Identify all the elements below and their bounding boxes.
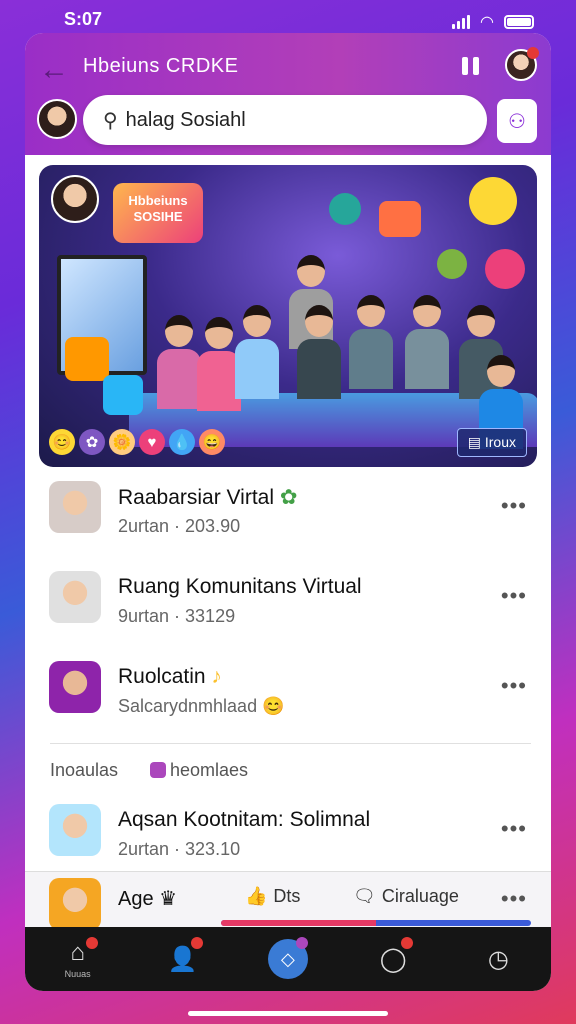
nav-profile[interactable]: 👤	[153, 933, 213, 985]
progress-fill	[221, 920, 376, 926]
nav-home[interactable]: ⌂ Nuuas	[48, 933, 108, 985]
back-arrow-icon[interactable]: ←	[39, 53, 69, 87]
post-author: Age ♛	[118, 888, 178, 910]
item-subtitle: Salcarydnmhlaad 😊	[118, 696, 285, 716]
battery-icon	[504, 15, 534, 29]
banner-avatar[interactable]	[51, 175, 99, 223]
user-avatar[interactable]	[37, 99, 77, 139]
more-icon[interactable]: •••	[501, 583, 527, 609]
app-title: Hbeiuns CRDKE	[83, 55, 239, 77]
item-title: Ruang Komunitans Virtual	[118, 575, 362, 598]
drop-reaction-icon[interactable]: 💧	[169, 429, 195, 455]
progress-bar	[221, 920, 531, 926]
chat-icon: ◯	[379, 945, 407, 973]
item-subtitle: 2urtan · 323.10	[118, 839, 241, 859]
notification-badge	[527, 47, 539, 59]
heart-reaction-icon[interactable]: ♥	[139, 429, 165, 455]
item-subtitle: 2urtan · 203.90	[118, 516, 241, 536]
person-figure	[349, 295, 393, 389]
emoji-bubble-icon	[329, 193, 361, 225]
more-icon[interactable]: •••	[501, 886, 527, 912]
banner-button[interactable]: ▤ Iroux	[456, 428, 527, 457]
featured-banner[interactable]: Hbbeiuns SOSIHE 😊 ✿ 🌼 ♥ 💧 😄 ▤ Iroux	[39, 165, 537, 467]
user-icon: 👤	[167, 945, 198, 973]
signal-icon	[452, 15, 471, 29]
flower-reaction-icon[interactable]: ✿	[79, 429, 105, 455]
home-icon: ⌂	[70, 939, 85, 966]
emoji-block-icon	[379, 201, 421, 237]
home-indicator	[188, 1011, 388, 1016]
search-bar[interactable]: ⚲	[83, 95, 487, 145]
list-item[interactable]: Raabarsiar Virtal ✿ 2urtan · 203.90 •••	[25, 473, 551, 563]
crown-icon: ♛	[159, 888, 178, 910]
book-icon: ▤	[467, 434, 481, 450]
reaction-bar[interactable]: 😊 ✿ 🌼 ♥ 💧 😄	[49, 429, 225, 455]
person-figure	[235, 305, 279, 399]
section-label: Inoaulas	[50, 760, 119, 780]
emoji-bubble-icon	[437, 249, 467, 279]
smiley-icon: 😊	[262, 696, 285, 716]
comment-icon: 🗨	[353, 886, 376, 906]
notification-badge	[85, 937, 98, 949]
nav-activity[interactable]: ◷	[468, 933, 528, 985]
smile-reaction-icon[interactable]: 😊	[49, 429, 75, 455]
more-icon[interactable]: •••	[501, 816, 527, 842]
search-icon: ⚲	[103, 109, 118, 132]
pause-icon[interactable]	[462, 57, 479, 75]
banner-button-label: Iroux	[484, 434, 516, 450]
item-avatar	[49, 481, 101, 533]
item-title: Aqsan Kootnitam: Solimnal	[118, 808, 371, 831]
search-input[interactable]	[125, 108, 446, 132]
like-button[interactable]: 👍 Dts	[245, 886, 300, 907]
wifi-icon: ◠	[480, 14, 494, 31]
community-list: Raabarsiar Virtal ✿ 2urtan · 203.90 ••• …	[25, 473, 551, 886]
post-action-bar: Age ♛ 👍 Dts 🗨 Ciraluage •••	[25, 871, 551, 930]
nav-home-label: Nuuas	[64, 969, 91, 979]
thumbs-up-icon: 👍	[245, 886, 268, 906]
group-button[interactable]: ⚇	[497, 99, 537, 143]
more-icon[interactable]: •••	[501, 673, 527, 699]
comment-button[interactable]: 🗨 Ciraluage	[353, 886, 459, 907]
item-avatar	[49, 804, 101, 856]
verified-icon: ✿	[279, 486, 298, 509]
more-icon[interactable]: •••	[501, 493, 527, 519]
item-title: Ruolcatin ♪	[118, 665, 222, 688]
emoji-bubble-icon	[485, 249, 525, 289]
music-note-icon: ♪	[211, 665, 222, 688]
status-time: S:07	[64, 9, 103, 29]
item-title: Raabarsiar Virtal ✿	[118, 486, 298, 509]
notification-badge	[295, 937, 308, 949]
clock-icon: ◷	[487, 945, 509, 973]
laugh-reaction-icon[interactable]: 😄	[199, 429, 225, 455]
person-figure	[157, 315, 201, 409]
nav-messages[interactable]: ◯	[363, 933, 423, 985]
item-avatar	[49, 571, 101, 623]
app-window: ← Hbeiuns CRDKE ⚲ ⚇ Hbbeiuns	[25, 33, 551, 991]
nav-create[interactable]: ◇	[258, 933, 318, 985]
section-chip[interactable]: heomlaes	[150, 760, 248, 781]
emoji-block-icon	[103, 375, 143, 415]
banner-logo: Hbbeiuns SOSIHE	[113, 183, 203, 243]
group-icon: ⚇	[508, 110, 526, 133]
smiley-icon	[469, 177, 517, 225]
notification-badge	[190, 937, 203, 949]
header: ← Hbeiuns CRDKE ⚲ ⚇	[25, 33, 551, 155]
sunflower-reaction-icon[interactable]: 🌼	[109, 429, 135, 455]
list-item[interactable]: Ruolcatin ♪ Salcarydnmhlaad 😊 •••	[25, 653, 551, 743]
person-figure	[405, 295, 449, 389]
notification-badge	[401, 937, 414, 949]
item-avatar	[49, 661, 101, 713]
bottom-nav: ⌂ Nuuas 👤 ◇ ◯ ◷	[25, 927, 551, 991]
emoji-block-icon	[65, 337, 109, 381]
post-avatar[interactable]	[49, 878, 101, 930]
person-figure	[297, 305, 341, 399]
section-header: Inoaulas heomlaes	[25, 744, 551, 796]
tag-icon	[150, 762, 166, 778]
item-subtitle: 9urtan · 33129	[118, 606, 236, 626]
list-item[interactable]: Ruang Komunitans Virtual 9urtan · 33129 …	[25, 563, 551, 653]
